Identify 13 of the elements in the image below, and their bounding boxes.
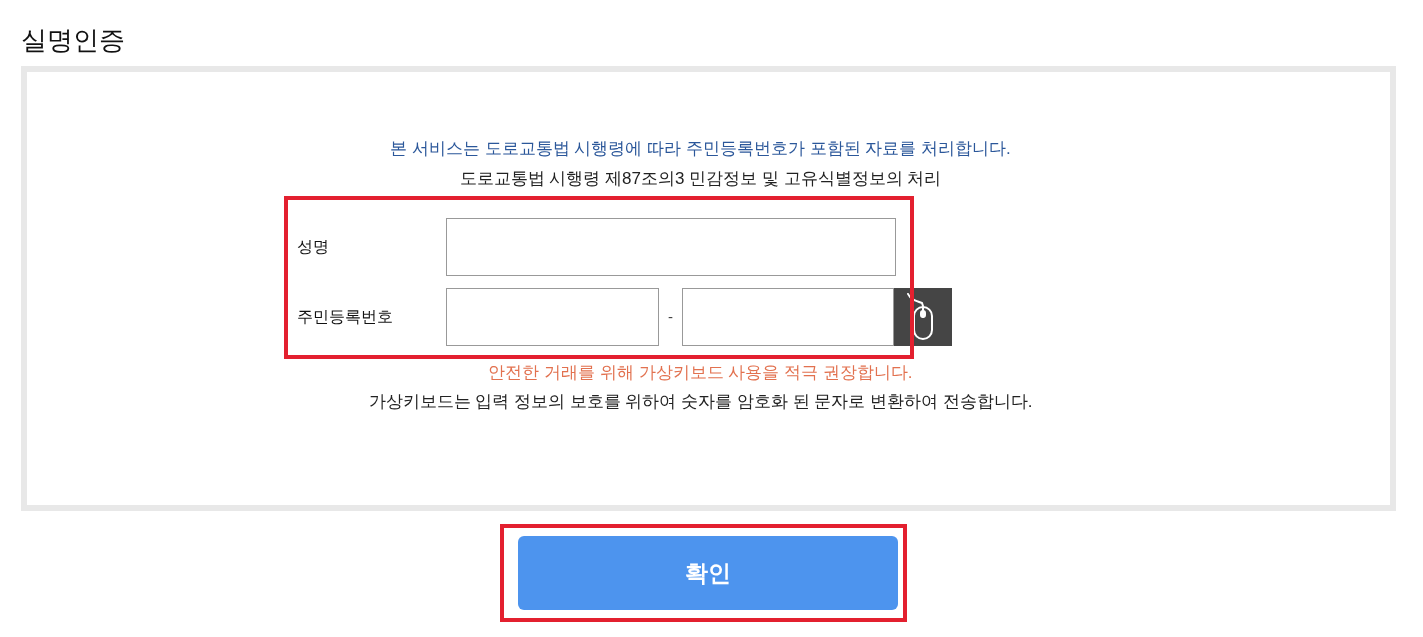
confirm-button[interactable]: 확인 [517,536,898,610]
field-label: 주민등록번호 [297,307,394,327]
keyboard-recommend-text: 안전한 거래를 위해 가상키보드 사용을 적극 권장합니다. [488,362,913,384]
page-title: 실명인증 [21,24,126,57]
law-reference-text: 도로교통법 시행령 제87조의3 민감정보 및 고유식별정보의 처리 [459,168,942,190]
service-notice-text: 본 서비스는 도로교통법 시행령에 따라 주민등록번호가 포함된 자료를 처리합니다. [390,138,1011,160]
separator-text: - [667,306,674,327]
field-label: 성명 [297,237,330,257]
id-number-back-input[interactable] [682,288,894,346]
id-number-front-input[interactable] [446,288,659,346]
name-input[interactable] [446,218,896,276]
keyboard-explain-text: 가상키보드는 입력 정보의 보호를 위하여 숫자를 암호화 된 문자로 변환하여 전송합니다. [368,391,1033,413]
virtual-keyboard-button[interactable] [894,288,952,346]
